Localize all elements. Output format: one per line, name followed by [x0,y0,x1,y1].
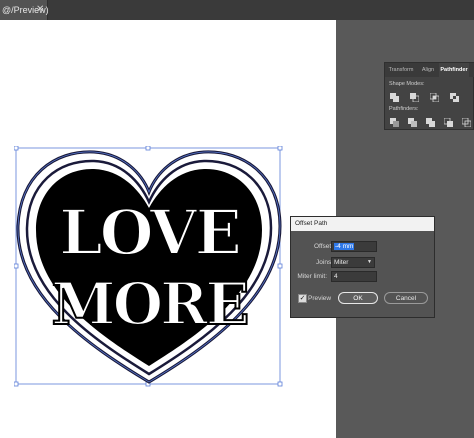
more-text: MORE [51,270,247,338]
joins-label: Joins: [316,259,333,266]
miter-limit-value: 4 [334,273,338,280]
exclude-icon[interactable] [450,93,459,102]
ok-button-label: OK [353,295,363,302]
pathfinders-label: Pathfinders: [389,106,419,112]
pathfinder-panel: Transform Align Pathfinder Shape Modes: … [384,62,474,130]
dialog-title[interactable]: Offset Path [291,217,434,231]
tab-pathfinder[interactable]: Pathfinder [439,63,469,77]
tab-transform[interactable]: Transform [385,63,417,77]
trim-icon[interactable] [408,118,417,127]
close-tab-icon[interactable]: ✕ [36,0,44,20]
cancel-button-label: Cancel [395,295,417,302]
cancel-button[interactable]: Cancel [384,292,428,304]
panel-tab-bar: Transform Align Pathfinder [385,63,474,77]
intersect-icon[interactable] [430,93,439,102]
minus-front-icon[interactable] [410,93,419,102]
offset-value: -4 mm [334,243,355,250]
merge-icon[interactable] [426,118,435,127]
chevron-down-icon: ▼ [367,259,372,265]
offset-input[interactable]: -4 mm [331,241,377,252]
heart-artwork[interactable]: LOVE MORE [14,146,284,390]
joins-value: Miter [334,259,349,266]
crop-icon[interactable] [444,118,453,127]
offset-path-dialog: Offset Path Offset: -4 mm Joins: Miter ▼… [290,216,435,318]
preview-checkbox[interactable]: ✓ [298,294,307,303]
offset-label: Offset: [313,243,333,250]
check-icon: ✓ [299,295,306,302]
joins-select[interactable]: Miter ▼ [331,257,375,268]
outline-icon[interactable] [462,118,471,127]
shape-modes-label: Shape Modes: [389,81,425,87]
love-text: LOVE [59,196,240,269]
document-tab-bar: @/Preview) ✕ [0,0,474,21]
divide-icon[interactable] [390,118,399,127]
miter-limit-input[interactable]: 4 [331,271,377,282]
preview-label: Preview [308,295,332,302]
unite-icon[interactable] [390,93,399,102]
ok-button[interactable]: OK [338,292,378,304]
tab-align[interactable]: Align [417,63,439,77]
miter-limit-label: Miter limit: [297,273,327,280]
